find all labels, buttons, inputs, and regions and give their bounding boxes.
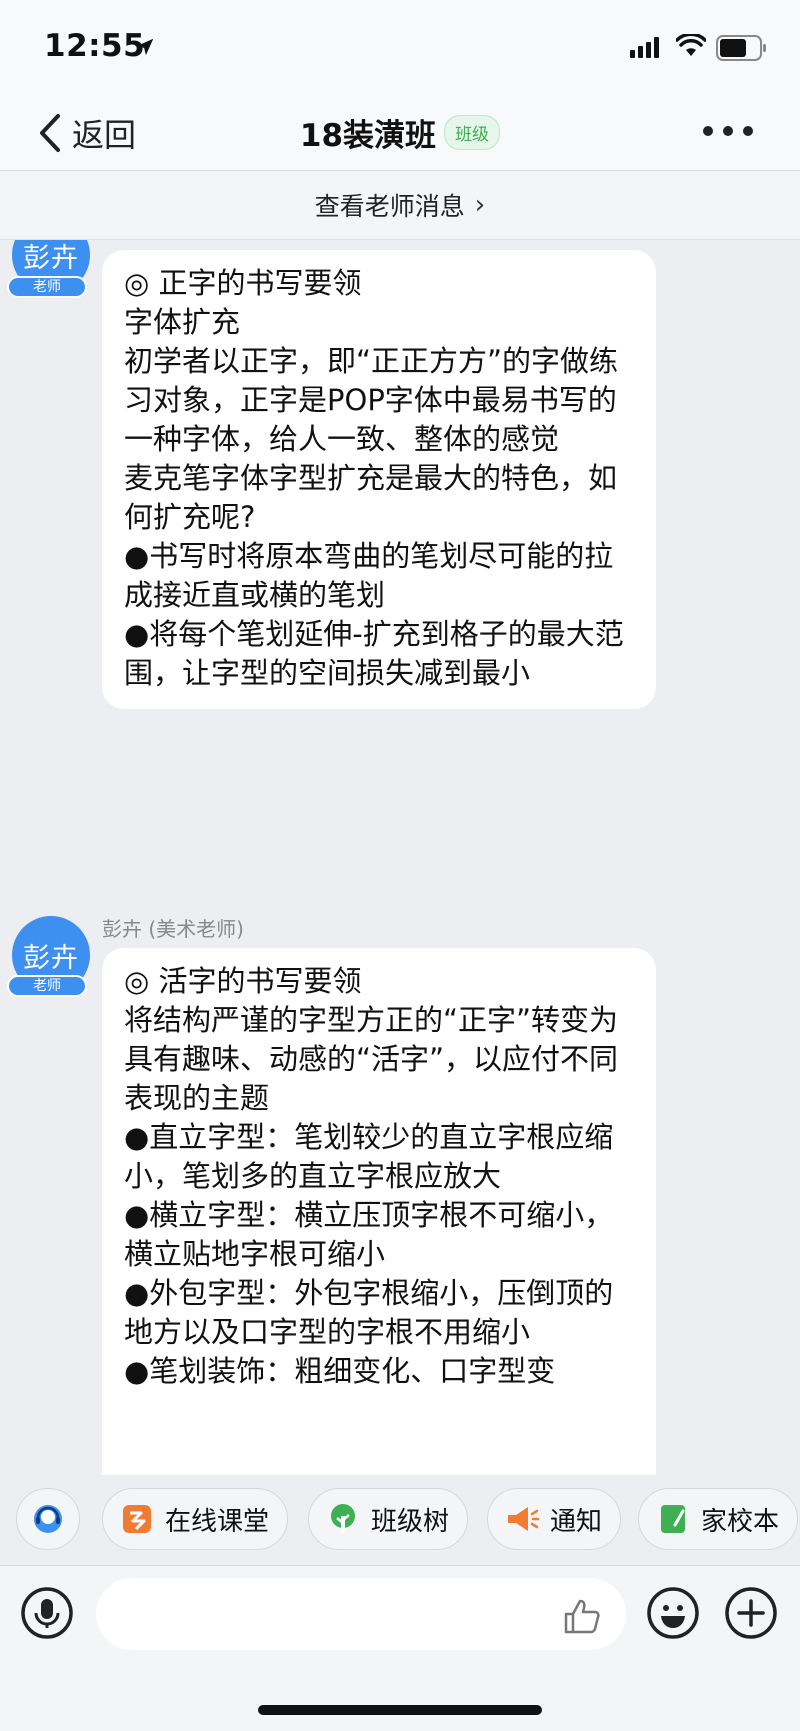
online-class-label: 在线课堂 xyxy=(165,1506,270,1537)
cellular-signal-icon xyxy=(630,37,659,58)
message-line: 初学者以正字，即“正正方方”的字做练习对象，正字是POP字体中最易书写的一种字体… xyxy=(124,344,619,456)
message-line: 麦克笔字体字型扩充是最大的特色，如何扩充呢? xyxy=(124,461,618,534)
more-options-icon[interactable] xyxy=(700,116,756,146)
message-line: 将结构严谨的字型方正的“正字”转变为具有趣味、动感的“活字”，以应付不同表现的主… xyxy=(124,1003,619,1115)
message-input[interactable] xyxy=(96,1578,626,1650)
message-line: ◎ 活字的书写要领 xyxy=(124,964,362,998)
role-tag: 老师 xyxy=(7,276,87,298)
message-line: ●书写时将原本弯曲的笔划尽可能的拉成接近直或横的笔划 xyxy=(124,539,614,612)
online-class-icon xyxy=(123,1505,151,1533)
message-line: ●笔划装饰：粗细变化、口字型变 xyxy=(124,1354,556,1388)
class-badge: 班级 xyxy=(444,115,501,150)
chat-area[interactable]: 彭卉 老师 ◎ 正字的书写要领 字体扩充 初学者以正字，即“正正方方”的字做练习… xyxy=(0,240,800,1475)
message-line: ●直立字型：笔划较少的直立字根应缩小，笔划多的直立字根应放大 xyxy=(124,1120,614,1193)
message-line: ●横立字型：横立压顶字根不可缩小，横立贴地字根可缩小 xyxy=(124,1198,614,1271)
chevron-right-icon: › xyxy=(474,190,486,220)
customer-service-button[interactable] xyxy=(16,1488,80,1550)
view-teacher-messages-button[interactable]: 查看老师消息 › xyxy=(0,171,800,239)
nav-center: 18装潢班 班级 xyxy=(0,110,800,155)
notice-label: 通知 xyxy=(550,1506,603,1537)
location-arrow-icon xyxy=(136,38,154,56)
avatar-text: 彭卉 xyxy=(23,942,79,974)
megaphone-icon xyxy=(508,1507,540,1531)
message-bubble[interactable]: ◎ 正字的书写要领 字体扩充 初学者以正字，即“正正方方”的字做练习对象，正字是… xyxy=(102,250,656,709)
avatar-text: 彭卉 xyxy=(23,242,79,274)
quick-actions-bar: 在线课堂 班级树 通知 家校本 xyxy=(0,1475,800,1565)
battery-icon xyxy=(716,35,766,61)
thumbs-up-icon[interactable] xyxy=(562,1596,602,1636)
add-attachment-icon[interactable] xyxy=(724,1586,778,1640)
home-school-book-button[interactable]: 家校本 xyxy=(638,1488,799,1550)
teacher-bar-label: 查看老师消息 xyxy=(314,192,465,221)
status-bar: 12:55 xyxy=(0,0,800,96)
emoji-icon[interactable] xyxy=(646,1586,700,1640)
tree-icon xyxy=(331,1504,355,1533)
message-line: ●外包字型：外包字根缩小，压倒顶的地方以及口字型的字根不用缩小 xyxy=(124,1276,614,1349)
page-title: 18装潢班 xyxy=(299,118,437,154)
message-line: ◎ 正字的书写要领 xyxy=(124,266,362,300)
class-tree-label: 班级树 xyxy=(371,1506,450,1537)
notebook-icon xyxy=(661,1505,685,1533)
home-school-book-label: 家校本 xyxy=(701,1506,780,1537)
message-bubble[interactable]: ◎ 活字的书写要领 将结构严谨的字型方正的“正字”转变为具有趣味、动感的“活字”… xyxy=(102,948,656,1475)
home-indicator xyxy=(258,1705,542,1715)
customer-service-icon xyxy=(34,1505,62,1533)
status-time: 12:55 xyxy=(44,28,146,64)
voice-input-icon[interactable] xyxy=(20,1586,74,1640)
online-class-button[interactable]: 在线课堂 xyxy=(102,1488,289,1550)
sender-name: 彭卉 (美术老师) xyxy=(102,917,244,941)
notice-button[interactable]: 通知 xyxy=(487,1488,622,1550)
message-line: ●将每个笔划延伸-扩充到格子的最大范围，让字型的空间损失减到最小 xyxy=(124,617,624,690)
class-tree-button[interactable]: 班级树 xyxy=(308,1488,469,1550)
message-line: 字体扩充 xyxy=(124,305,241,339)
wifi-icon xyxy=(676,34,706,56)
role-tag: 老师 xyxy=(7,975,87,997)
nav-bar: 返回 18装潢班 班级 xyxy=(0,96,800,170)
